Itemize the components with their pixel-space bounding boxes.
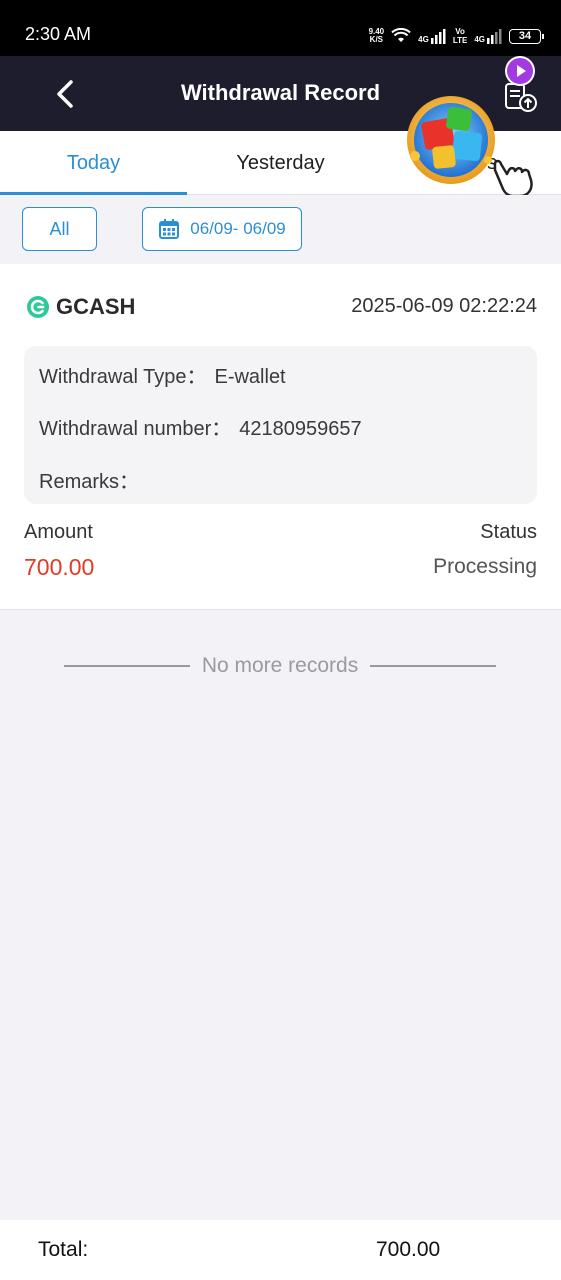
date-range-label: 06/09- 06/09 (190, 219, 286, 238)
total-label: Total: (38, 1238, 89, 1261)
signal-icon-2 (487, 29, 502, 44)
tab-today[interactable]: Today (0, 131, 187, 195)
video-play-button[interactable] (505, 56, 535, 86)
volte-label: Vo LTE (452, 27, 468, 45)
signal-icon (430, 29, 446, 44)
status-time: 2:30 AM (25, 24, 92, 44)
status-bar: 2:30 AM 9.40 K/S 4G Vo LTE 4G 34 (0, 0, 561, 56)
play-icon (507, 58, 533, 84)
payment-method: GCASH (26, 294, 135, 320)
game-cube-icon (407, 96, 495, 184)
total-footer: Total: 700.00 (0, 1220, 561, 1280)
status-value: Processing (433, 555, 537, 578)
total-value: 700.00 (376, 1238, 441, 1261)
filter-row: All 06/09- 06/09 (0, 195, 561, 264)
network-4g-label: 4G (418, 35, 429, 44)
amount-label: Amount (24, 521, 93, 543)
record-details: Withdrawal Type： E-wallet Withdrawal numb… (24, 346, 537, 504)
date-range-button[interactable]: 06/09- 06/09 (142, 207, 302, 251)
status-label: Status (480, 521, 537, 543)
remarks-row: Remarks： (39, 471, 140, 493)
divider-left (64, 665, 190, 667)
no-more-records: No more records (64, 652, 497, 680)
wifi-icon (391, 28, 411, 42)
calendar-icon (159, 219, 180, 239)
record-datetime: 2025-06-09 02:22:24 (351, 295, 537, 317)
pointing-hand-icon (493, 159, 533, 198)
battery-indicator: 34 (509, 28, 544, 44)
withdrawal-number-row: Withdrawal number： 42180959657 (39, 418, 362, 440)
floating-game-widget[interactable] (405, 94, 545, 204)
amount-value: 700.00 (24, 554, 95, 580)
tab-yesterday[interactable]: Yesterday (187, 131, 374, 195)
gcash-logo-icon (27, 296, 49, 318)
withdrawal-record-card[interactable]: GCASH 2025-06-09 02:22:24 Withdrawal Typ… (0, 264, 561, 610)
payment-method-name: GCASH (56, 294, 136, 319)
divider-right (370, 665, 497, 667)
withdrawal-type-row: Withdrawal Type： E-wallet (39, 366, 286, 388)
network-4g-label-2: 4G (474, 35, 485, 44)
filter-all-button[interactable]: All (22, 207, 97, 251)
network-speed: 9.40 K/S (368, 27, 385, 44)
no-more-records-text: No more records (201, 654, 359, 677)
status-icons: 9.40 K/S 4G Vo LTE 4G 34 (368, 22, 544, 50)
